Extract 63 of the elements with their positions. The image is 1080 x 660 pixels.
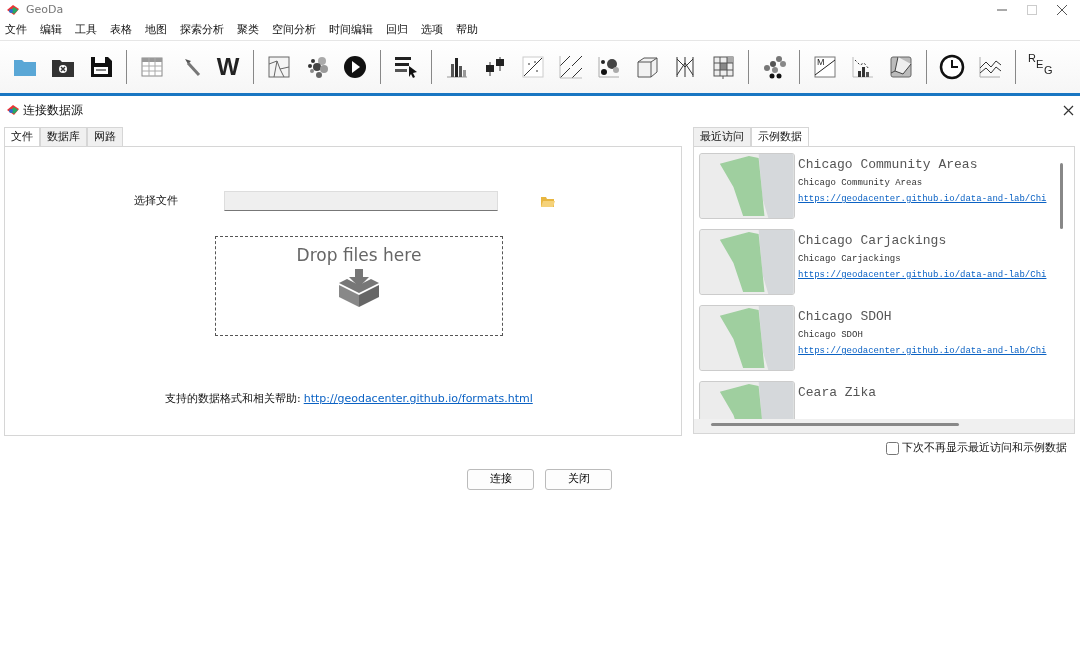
- menu-item[interactable]: 选项: [421, 21, 443, 39]
- window-title: GeoDa: [26, 1, 64, 18]
- checkbox-label: 下次不再显示最近访问和示例数据: [902, 440, 1067, 456]
- play-icon[interactable]: [342, 54, 368, 80]
- sample-link[interactable]: https://geodacenter.github.io/data-and-lab/Chi: [798, 346, 1047, 356]
- dialog-button[interactable]: 关闭: [545, 468, 612, 490]
- dots-scatter-icon[interactable]: [761, 54, 787, 80]
- dialog-title: 连接数据源: [23, 102, 83, 119]
- bubble-chart-icon[interactable]: [596, 54, 622, 80]
- menu-item[interactable]: 聚类: [237, 21, 259, 39]
- regression-icon[interactable]: REG: [1028, 52, 1054, 82]
- map-icon[interactable]: [266, 54, 292, 80]
- dialog-button[interactable]: 连接: [467, 468, 534, 490]
- grid-chart-icon[interactable]: [710, 54, 736, 80]
- drop-zone-label: Drop files here: [296, 244, 422, 267]
- menu-item[interactable]: 探索分析: [180, 21, 224, 39]
- field-label: 选择文件: [134, 192, 179, 209]
- menu-item[interactable]: 地图: [145, 21, 167, 39]
- menu-item[interactable]: 编辑: [40, 21, 62, 39]
- sample-description: Chicago SDOH: [798, 330, 864, 340]
- scrollbar-thumb[interactable]: [711, 423, 959, 426]
- line-chart-icon[interactable]: [977, 54, 1003, 80]
- table-icon[interactable]: [139, 54, 165, 80]
- file-path-field[interactable]: [224, 191, 498, 211]
- cursor-list-icon[interactable]: [393, 54, 419, 80]
- scrollbar-thumb[interactable]: [1060, 163, 1064, 229]
- moran-scatter-icon[interactable]: M: [812, 54, 838, 80]
- sample-link[interactable]: https://geodacenter.github.io/data-and-lab/Chi: [798, 194, 1047, 204]
- map-shaded-icon[interactable]: [888, 54, 914, 80]
- app-logo-icon: [6, 104, 20, 116]
- sample-title[interactable]: Chicago Carjackings: [798, 233, 1047, 248]
- scatter-matrix-icon[interactable]: [558, 54, 584, 80]
- sample-description: Chicago Community Areas: [798, 178, 924, 188]
- cube-icon[interactable]: [634, 54, 660, 80]
- clock-icon[interactable]: [939, 54, 965, 80]
- close-icon[interactable]: [1056, 4, 1068, 16]
- sample-title[interactable]: Chicago Community Areas: [798, 157, 1047, 172]
- tab[interactable]: 最近访问: [693, 126, 751, 146]
- menu-item[interactable]: 回归: [386, 21, 408, 39]
- sample-link[interactable]: https://geodacenter.github.io/data-and-lab/Chi: [798, 270, 1047, 280]
- trend-bar-icon[interactable]: [850, 54, 876, 80]
- close-icon[interactable]: [1063, 105, 1074, 116]
- menu-item[interactable]: 工具: [75, 21, 97, 39]
- sample-description: Chicago Carjackings: [798, 254, 902, 264]
- tab[interactable]: 文件: [4, 126, 40, 146]
- tab[interactable]: 网路: [87, 126, 123, 146]
- menu-item[interactable]: 空间分析: [272, 21, 316, 39]
- menu-item[interactable]: 帮助: [456, 21, 478, 39]
- sample-title[interactable]: Chicago SDOH: [798, 309, 1047, 324]
- sample-title[interactable]: Ceara Zika: [798, 385, 876, 400]
- help-label: 支持的数据格式和相关帮助:: [165, 391, 301, 407]
- download-box-icon: [337, 268, 381, 307]
- menu-item[interactable]: 文件: [5, 21, 27, 39]
- checkbox[interactable]: [886, 441, 899, 455]
- scatter-plot-icon[interactable]: [520, 54, 546, 80]
- tab[interactable]: 数据库: [40, 126, 87, 146]
- tab[interactable]: 示例数据: [751, 126, 809, 146]
- menu-item[interactable]: 表格: [110, 21, 132, 39]
- app-logo-icon: [6, 4, 20, 16]
- menu-item[interactable]: 时间编辑: [329, 21, 373, 39]
- weights-icon[interactable]: W: [215, 54, 241, 80]
- help-link[interactable]: http://geodacenter.github.io/formats.html: [303, 391, 533, 408]
- drop-zone[interactable]: Drop files here: [215, 236, 503, 336]
